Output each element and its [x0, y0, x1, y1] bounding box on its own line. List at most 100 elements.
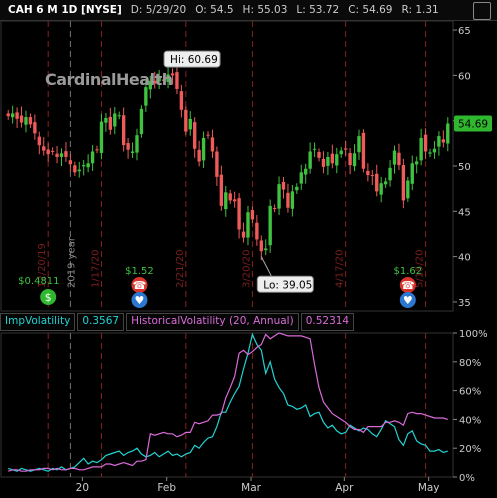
- candle-body: [184, 109, 188, 132]
- open-readout: O: 54.5: [195, 4, 234, 16]
- candle-body: [237, 198, 241, 230]
- candle-body: [188, 118, 192, 130]
- event-date-label: 4/17/20: [335, 249, 346, 288]
- candle-body: [348, 152, 352, 166]
- vol-axis-tick-label: 0%: [459, 473, 475, 484]
- chart-settings-icon[interactable]: [473, 2, 491, 20]
- candle-body: [383, 181, 388, 185]
- conference-icon-glyph: ♥: [135, 294, 145, 307]
- study-legend: ImpVolatility 0.3567 HistoricalVolatilit…: [0, 313, 460, 331]
- low-readout: L: 53.72: [296, 4, 340, 16]
- candle-body: [37, 136, 41, 146]
- legend-histvol-value: 0.52314: [300, 313, 355, 331]
- candle-body: [321, 158, 326, 167]
- candle-body: [64, 151, 68, 157]
- candle-body: [50, 150, 55, 152]
- candle-body: [410, 163, 414, 184]
- candle-body: [326, 156, 330, 166]
- event-date-label: 1/17/20: [90, 249, 101, 288]
- candle-body: [250, 210, 255, 220]
- candle-body: [304, 168, 308, 175]
- candle-body: [10, 113, 15, 118]
- candle-body: [330, 153, 335, 164]
- candle-body: [135, 135, 139, 153]
- legend-histvol-label[interactable]: HistoricalVolatility (20, Annual): [126, 313, 299, 331]
- candle-body: [339, 150, 343, 155]
- candle-body: [392, 150, 397, 165]
- candle-body: [117, 115, 121, 117]
- candle-body: [370, 175, 374, 177]
- candle-body: [55, 153, 59, 157]
- candle-body: [379, 183, 383, 195]
- candle-body: [437, 136, 441, 147]
- conference-icon-glyph: ♥: [403, 294, 413, 307]
- candle-body: [357, 136, 361, 153]
- candle-body: [28, 117, 33, 125]
- candle-body: [224, 192, 228, 210]
- candle-body: [126, 142, 130, 150]
- candle-body: [446, 123, 450, 144]
- candle-body: [375, 173, 379, 192]
- symbol-label[interactable]: CAH 6 M 1D [NYSE]: [8, 4, 122, 16]
- candle-body: [179, 91, 184, 110]
- x-axis-tick-label: Mar: [241, 482, 261, 494]
- candle-body: [232, 199, 237, 202]
- event-date-label: 3/20/20: [241, 249, 252, 288]
- candle-body: [286, 192, 290, 208]
- price-axis-tick-label: 65: [458, 26, 471, 37]
- legend-impvol-value: 0.3567: [77, 313, 125, 331]
- candle-body: [228, 193, 232, 201]
- candle-body: [441, 139, 446, 143]
- candle-body: [255, 222, 259, 240]
- high-readout: H: 55.03: [242, 4, 288, 16]
- earnings-value: $0.4811: [18, 276, 59, 287]
- candle-body: [299, 172, 303, 184]
- candle-body: [175, 72, 179, 89]
- legend-impvol-label[interactable]: ImpVolatility: [0, 313, 76, 331]
- candle-body: [210, 137, 215, 152]
- vol-axis-tick-label: 100%: [459, 329, 488, 340]
- candle-body: [215, 151, 219, 177]
- candle-body: [406, 180, 410, 199]
- candle-body: [99, 121, 104, 153]
- vol-axis-tick-label: 60%: [459, 387, 481, 398]
- candle-body: [139, 108, 144, 135]
- candle-body: [259, 240, 263, 252]
- price-axis-tick-label: 45: [458, 207, 471, 218]
- candle-body: [295, 186, 299, 191]
- candle-body: [24, 117, 28, 125]
- candle-body: [428, 152, 432, 154]
- vol-axis-tick-label: 20%: [459, 444, 481, 455]
- x-axis-tick-label: 20: [76, 482, 89, 494]
- earnings-icon-glyph: $: [45, 291, 52, 304]
- vol-axis-tick-label: 80%: [459, 358, 481, 369]
- company-logo: CardinalHealth: [45, 70, 173, 89]
- candle-body: [77, 169, 81, 172]
- dividend-2-value: $1.62: [393, 266, 422, 277]
- candle-body: [335, 154, 339, 166]
- candle-body: [201, 137, 206, 161]
- candle-body: [343, 148, 348, 150]
- x-axis-tick-label: May: [418, 482, 440, 494]
- x-axis-tick-label: Apr: [335, 482, 354, 494]
- price-axis-tick-label: 60: [458, 71, 471, 82]
- year-label: 2019 year: [66, 236, 77, 288]
- candle-body: [268, 205, 272, 246]
- candle-body: [19, 115, 24, 123]
- candle-body: [6, 113, 10, 117]
- candle-body: [90, 151, 95, 164]
- candle-body: [290, 191, 295, 209]
- candle-body: [219, 174, 224, 206]
- candle-body: [361, 132, 366, 169]
- candle-body: [121, 115, 126, 146]
- candle-body: [82, 165, 86, 167]
- candle-body: [104, 117, 108, 123]
- candle-body: [68, 160, 73, 165]
- candle-body: [46, 149, 50, 155]
- candle-body: [193, 122, 197, 149]
- candle-body: [312, 148, 317, 150]
- candle-body: [419, 137, 423, 161]
- vol-axis-tick-label: 40%: [459, 415, 481, 426]
- vol-panel-frame: [0, 332, 454, 478]
- candle-body: [33, 122, 37, 134]
